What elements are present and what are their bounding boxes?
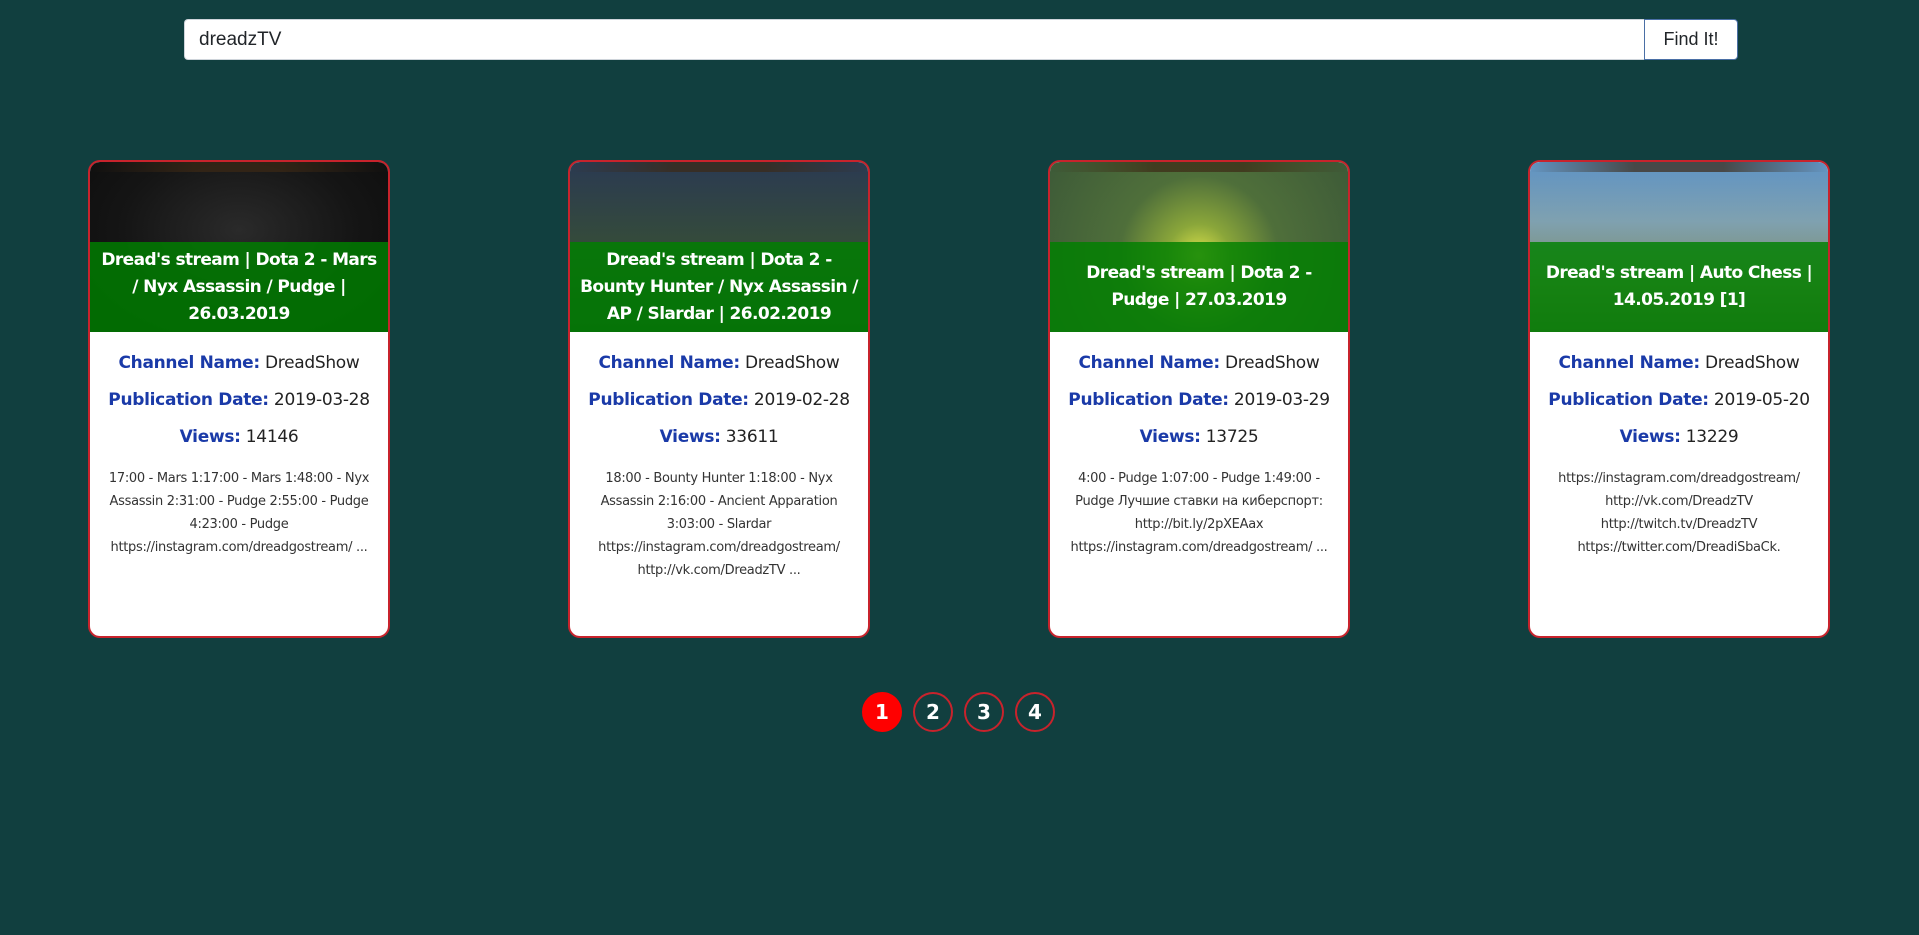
- video-description: https://instagram.com/dreadgostream/ htt…: [1558, 471, 1800, 555]
- date-label: Publication Date:: [108, 390, 269, 410]
- page-button-4[interactable]: 4: [1015, 692, 1055, 732]
- date-row: Publication Date: 2019-02-28: [578, 389, 860, 412]
- video-card[interactable]: Dread's stream | Dota 2 - Bounty Hunter …: [568, 160, 870, 638]
- date-value: 2019-02-28: [753, 390, 850, 410]
- views-value: 33611: [725, 427, 779, 447]
- channel-value: DreadShow: [1704, 353, 1800, 373]
- video-card[interactable]: Dread's stream | Dota 2 - Pudge | 27.03.…: [1048, 160, 1350, 638]
- video-thumbnail[interactable]: Dread's stream | Dota 2 - Mars / Nyx Ass…: [90, 162, 388, 332]
- video-title-overlay: Dread's stream | Auto Chess | 14.05.2019…: [1530, 242, 1828, 332]
- views-row: Views: 13725: [1058, 426, 1340, 449]
- views-value: 13725: [1205, 427, 1259, 447]
- page-button-1[interactable]: 1: [862, 692, 902, 732]
- video-title-overlay: Dread's stream | Dota 2 - Pudge | 27.03.…: [1050, 242, 1348, 332]
- channel-row: Channel Name: DreadShow: [1538, 352, 1820, 375]
- channel-row: Channel Name: DreadShow: [1058, 352, 1340, 375]
- thumbnail-hud: [90, 162, 388, 172]
- date-row: Publication Date: 2019-05-20: [1538, 389, 1820, 412]
- channel-row: Channel Name: DreadShow: [578, 352, 860, 375]
- date-row: Publication Date: 2019-03-28: [98, 389, 380, 412]
- date-value: 2019-03-29: [1233, 390, 1330, 410]
- channel-row: Channel Name: DreadShow: [98, 352, 380, 375]
- video-card[interactable]: Dread's stream | Auto Chess | 14.05.2019…: [1528, 160, 1830, 638]
- views-label: Views:: [659, 427, 721, 447]
- card-body: Channel Name: DreadShow Publication Date…: [90, 332, 388, 559]
- search-bar: Find It!: [184, 19, 1738, 60]
- channel-label: Channel Name:: [1078, 353, 1220, 373]
- date-value: 2019-05-20: [1713, 390, 1810, 410]
- channel-label: Channel Name:: [1558, 353, 1700, 373]
- card-body: Channel Name: DreadShow Publication Date…: [1530, 332, 1828, 559]
- video-title: Dread's stream | Dota 2 - Pudge | 27.03.…: [1086, 263, 1312, 310]
- date-row: Publication Date: 2019-03-29: [1058, 389, 1340, 412]
- channel-label: Channel Name:: [598, 353, 740, 373]
- video-card-grid: Dread's stream | Dota 2 - Mars / Nyx Ass…: [0, 160, 1919, 638]
- views-label: Views:: [1139, 427, 1201, 447]
- video-thumbnail[interactable]: Dread's stream | Dota 2 - Bounty Hunter …: [570, 162, 868, 332]
- video-title: Dread's stream | Dota 2 - Mars / Nyx Ass…: [101, 249, 377, 324]
- views-row: Views: 13229: [1538, 426, 1820, 449]
- video-description: 17:00 - Mars 1:17:00 - Mars 1:48:00 - Ny…: [108, 471, 370, 555]
- date-label: Publication Date:: [1548, 390, 1709, 410]
- card-body: Channel Name: DreadShow Publication Date…: [570, 332, 868, 582]
- pagination: 1 2 3 4: [862, 692, 1055, 732]
- video-title-overlay: Dread's stream | Dota 2 - Bounty Hunter …: [570, 242, 868, 332]
- channel-value: DreadShow: [1224, 353, 1320, 373]
- page-button-2[interactable]: 2: [913, 692, 953, 732]
- video-description: 18:00 - Bounty Hunter 1:18:00 - Nyx Assa…: [598, 471, 840, 578]
- channel-label: Channel Name:: [118, 353, 260, 373]
- date-label: Publication Date:: [588, 390, 749, 410]
- video-title: Dread's stream | Dota 2 - Bounty Hunter …: [580, 249, 858, 324]
- video-title: Dread's stream | Auto Chess | 14.05.2019…: [1545, 263, 1813, 310]
- views-value: 13229: [1685, 427, 1739, 447]
- video-thumbnail[interactable]: Dread's stream | Dota 2 - Pudge | 27.03.…: [1050, 162, 1348, 332]
- find-button[interactable]: Find It!: [1644, 19, 1738, 60]
- views-value: 14146: [245, 427, 299, 447]
- video-description: 4:00 - Pudge 1:07:00 - Pudge 1:49:00 - P…: [1070, 471, 1328, 555]
- thumbnail-hud: [570, 162, 868, 172]
- video-thumbnail[interactable]: Dread's stream | Auto Chess | 14.05.2019…: [1530, 162, 1828, 332]
- views-label: Views:: [179, 427, 241, 447]
- channel-value: DreadShow: [264, 353, 360, 373]
- card-body: Channel Name: DreadShow Publication Date…: [1050, 332, 1348, 559]
- date-label: Publication Date:: [1068, 390, 1229, 410]
- thumbnail-hud: [1530, 162, 1828, 172]
- search-input[interactable]: [184, 19, 1644, 60]
- video-card[interactable]: Dread's stream | Dota 2 - Mars / Nyx Ass…: [88, 160, 390, 638]
- thumbnail-hud: [1050, 162, 1348, 172]
- views-row: Views: 33611: [578, 426, 860, 449]
- page-button-3[interactable]: 3: [964, 692, 1004, 732]
- channel-value: DreadShow: [744, 353, 840, 373]
- views-row: Views: 14146: [98, 426, 380, 449]
- views-label: Views:: [1619, 427, 1681, 447]
- video-title-overlay: Dread's stream | Dota 2 - Mars / Nyx Ass…: [90, 242, 388, 332]
- date-value: 2019-03-28: [273, 390, 370, 410]
